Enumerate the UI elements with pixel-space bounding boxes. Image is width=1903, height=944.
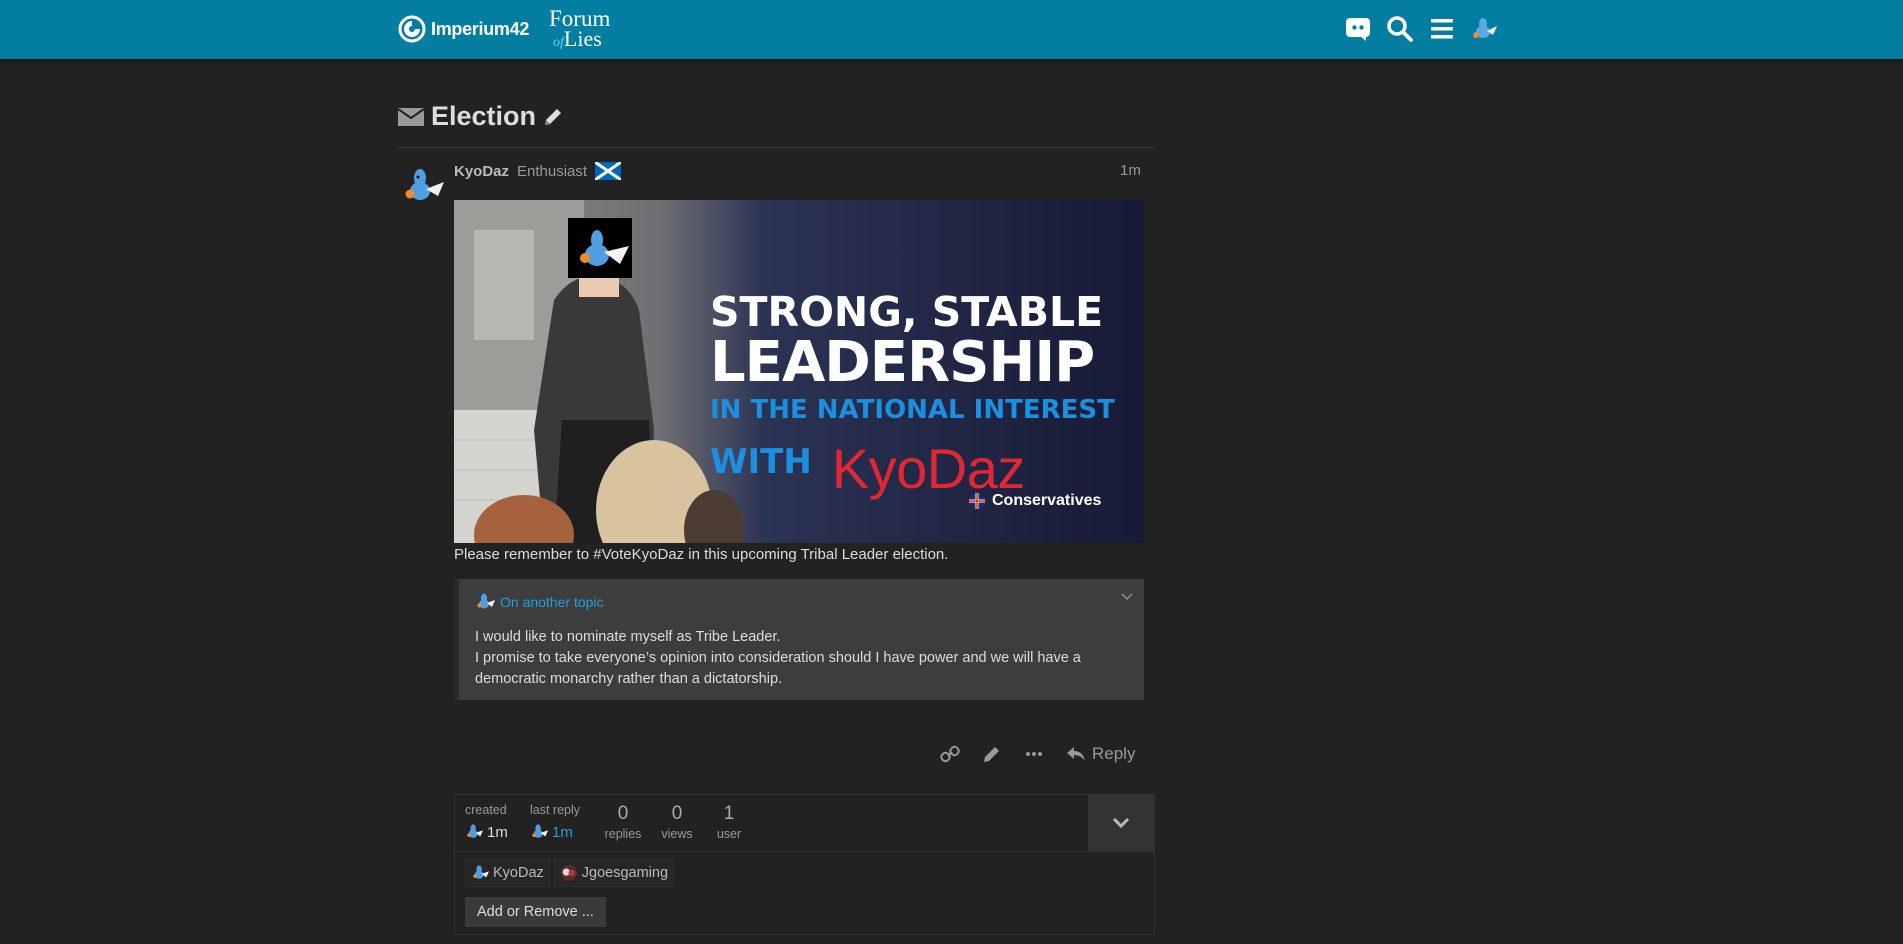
menu-icon[interactable] — [1427, 14, 1457, 44]
users-count: 1 — [723, 803, 735, 824]
topic-map-expand-button[interactable] — [1088, 795, 1154, 851]
views-count: 0 — [671, 803, 683, 824]
post-body-text: Please remember to #VoteKyoDaz in this u… — [454, 546, 949, 563]
quote-expand-chevron-icon[interactable] — [1120, 589, 1134, 607]
quote-text: I would like to nominate myself as Tribe… — [475, 627, 1104, 690]
banner-line4: WITH — [710, 442, 812, 482]
last-reply-value: 1m — [552, 823, 573, 841]
site-name: Imperium42 — [431, 18, 530, 39]
pencil-edit-icon[interactable] — [542, 106, 564, 128]
pencil-icon — [984, 747, 999, 762]
forum-logo-line2: Lies — [563, 26, 602, 51]
replies-count: 0 — [617, 803, 629, 824]
imperium-logo[interactable]: Imperium42 — [397, 14, 529, 44]
election-banner-image[interactable]: STRONG, STABLE LEADERSHIP IN THE NATIONA… — [454, 200, 1144, 543]
quote-block: On another topic I would like to nominat… — [454, 579, 1144, 700]
participants-list: KyoDaz Jgoesgaming — [465, 859, 675, 887]
chevron-down-icon — [1112, 817, 1130, 829]
creator-avatar-icon — [467, 824, 483, 838]
reply-arrow-icon — [1067, 747, 1085, 761]
replies-stat: 0 replies — [603, 803, 643, 841]
add-or-remove-button[interactable]: Add or Remove ... — [465, 897, 606, 927]
participant-avatar-icon — [473, 865, 489, 879]
views-label: views — [661, 827, 693, 841]
scotland-flag-icon — [595, 162, 622, 180]
topic-map-stats: created 1m last reply 1m 0 replies 0 vie… — [455, 795, 1154, 852]
last-replier-avatar-icon — [532, 824, 548, 838]
quote-line1: I would like to nominate myself as Tribe… — [475, 629, 781, 645]
topic-map: created 1m last reply 1m 0 replies 0 vie… — [454, 794, 1155, 935]
participant-chip[interactable]: KyoDaz — [465, 859, 550, 887]
created-label: created — [465, 803, 507, 817]
last-reply-stat[interactable]: last reply 1m — [530, 803, 580, 841]
more-actions-button[interactable] — [1024, 744, 1044, 764]
post-actions: Reply — [940, 744, 1135, 764]
share-link-button[interactable] — [940, 744, 960, 764]
banner-line3: IN THE NATIONAL INTEREST — [710, 395, 1115, 425]
reply-label: Reply — [1092, 744, 1136, 763]
party-logo: Conservatives — [966, 492, 1101, 510]
page-title: Election — [431, 101, 537, 131]
quote-topic-link[interactable]: On another topic — [500, 594, 604, 610]
banner-slogan: STRONG, STABLE LEADERSHIP IN THE NATIONA… — [710, 288, 1115, 497]
topic-title-row: Election — [397, 101, 564, 132]
quote-avatar-icon — [477, 593, 495, 609]
participant-chip[interactable]: Jgoesgaming — [553, 859, 675, 887]
banner-line1: STRONG, STABLE — [710, 288, 1104, 336]
replies-label: replies — [604, 827, 642, 841]
edit-post-button[interactable] — [982, 744, 1002, 764]
forum-of-lies-logo[interactable]: Forum ofLies — [549, 7, 610, 53]
post-meta: KyoDaz Enthusiast — [454, 162, 622, 180]
site-header: Imperium42 Forum ofLies — [0, 0, 1903, 59]
forum-logo-of: of — [553, 35, 564, 50]
reply-button[interactable]: Reply — [1066, 744, 1135, 764]
quote-line2: I promise to take everyone’s opinion int… — [475, 650, 1081, 687]
party-name: Conservatives — [992, 492, 1102, 509]
envelope-icon — [397, 107, 425, 126]
discord-icon[interactable] — [1343, 14, 1373, 44]
ellipsis-icon — [1026, 752, 1042, 756]
banner-name: KyoDaz — [831, 437, 1026, 500]
post-avatar[interactable] — [400, 163, 446, 209]
post-date[interactable]: 1m — [1120, 162, 1141, 179]
post-username[interactable]: KyoDaz — [454, 163, 509, 180]
user-avatar-icon[interactable] — [1469, 14, 1499, 44]
participant-name: Jgoesgaming — [581, 865, 669, 881]
views-stat: 0 views — [657, 803, 697, 841]
created-value: 1m — [487, 823, 508, 841]
title-divider — [397, 147, 1155, 148]
link-icon — [940, 745, 960, 763]
quote-header[interactable]: On another topic — [475, 592, 604, 612]
imperium-swirl-icon — [398, 15, 426, 43]
search-icon[interactable] — [1385, 14, 1415, 44]
last-reply-label: last reply — [530, 803, 581, 817]
banner-line2: LEADERSHIP — [710, 330, 1095, 395]
participant-avatar-icon — [560, 864, 577, 882]
created-stat[interactable]: created 1m — [465, 803, 508, 841]
union-jack-tree-icon — [969, 493, 985, 509]
post-user-title: Enthusiast — [517, 162, 588, 180]
users-label: user — [716, 827, 742, 841]
users-stat: 1 user — [709, 803, 749, 841]
participant-name: KyoDaz — [493, 865, 544, 881]
